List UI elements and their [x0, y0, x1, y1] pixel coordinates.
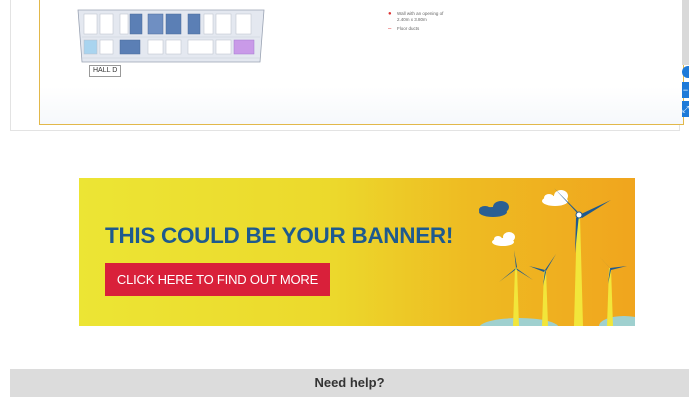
page-root: ● Wall with an opening of 2.40m x 3.80m …	[0, 0, 689, 397]
zoom-slider-handle[interactable]	[682, 66, 689, 78]
need-help-label: Need help?	[314, 375, 385, 390]
stand	[83, 13, 98, 35]
zoom-slider-track[interactable]	[682, 0, 689, 65]
map-controls: − ⤢	[682, 0, 689, 125]
floorplan-card: ● Wall with an opening of 2.40m x 3.80m …	[10, 0, 684, 131]
red-dash-icon: –	[388, 26, 392, 32]
cloud-icon	[479, 201, 509, 217]
cloud-icon	[492, 232, 515, 246]
stand	[235, 13, 252, 35]
stand	[119, 13, 129, 35]
cloud-icon	[542, 190, 568, 206]
legend-item: ● Wall with an opening of 2.40m x 3.80m	[388, 11, 443, 23]
promo-banner[interactable]: THIS COULD BE YOUR BANNER! CLICK HERE TO…	[79, 178, 635, 326]
hill-shape	[599, 316, 635, 326]
zoom-out-button[interactable]: −	[682, 82, 689, 98]
wind-turbines-illustration	[479, 188, 635, 326]
stand	[83, 39, 98, 55]
stand	[129, 13, 143, 35]
legend-text: 2.40m x 3.80m	[397, 17, 427, 22]
hall-floorplan-image[interactable]	[76, 2, 266, 64]
floorplan-legend: ● Wall with an opening of 2.40m x 3.80m …	[388, 11, 443, 35]
stand	[165, 13, 182, 35]
hall-label[interactable]: HALL D	[89, 65, 122, 77]
wind-turbine-icon	[529, 254, 556, 326]
stand	[165, 39, 182, 55]
floorplan-map-frame[interactable]: ● Wall with an opening of 2.40m x 3.80m …	[39, 0, 684, 125]
wind-turbine-icon	[599, 256, 627, 326]
stand	[99, 13, 114, 35]
stand	[215, 39, 232, 55]
stand	[187, 39, 214, 55]
fullscreen-button[interactable]: ⤢	[682, 101, 689, 117]
stand	[233, 39, 255, 55]
stand	[147, 39, 164, 55]
wind-turbine-icon	[499, 250, 533, 326]
wind-turbine-icon	[554, 188, 611, 326]
red-dot-icon: ●	[388, 11, 392, 17]
stand	[187, 13, 201, 35]
need-help-bar[interactable]: Need help?	[10, 369, 689, 397]
stand	[119, 39, 141, 55]
legend-item: – Floor ducts	[388, 26, 443, 32]
legend-text: Floor ducts	[397, 26, 420, 31]
stand	[99, 39, 114, 55]
banner-cta-button[interactable]: CLICK HERE TO FIND OUT MORE	[105, 263, 330, 296]
banner-headline: THIS COULD BE YOUR BANNER!	[105, 223, 454, 248]
stand	[147, 13, 164, 35]
stand	[215, 13, 232, 35]
stand	[203, 13, 214, 35]
